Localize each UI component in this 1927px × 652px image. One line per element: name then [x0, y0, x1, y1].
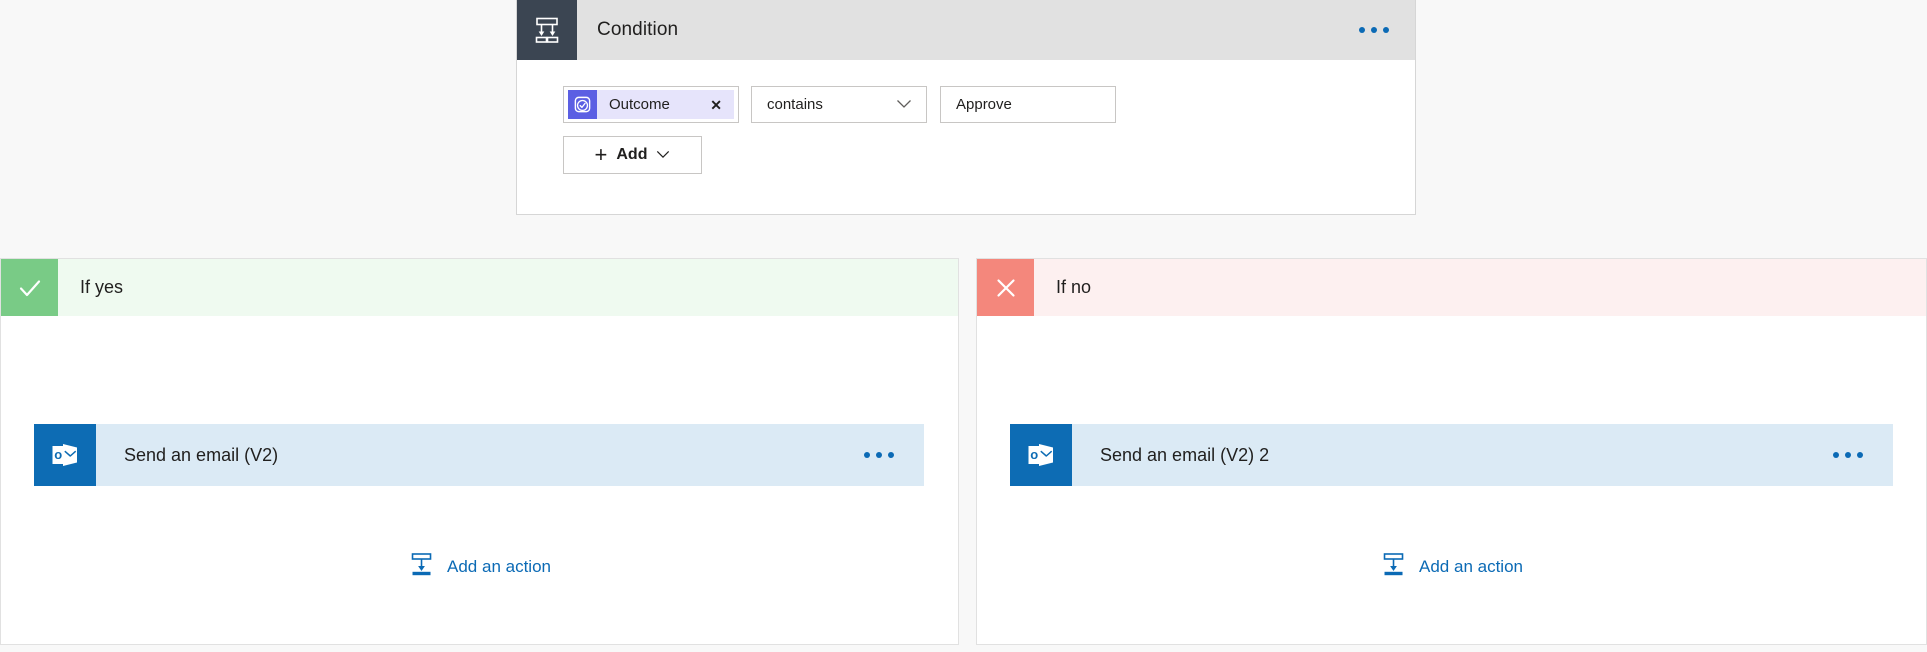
condition-value-text: Approve — [956, 96, 1012, 113]
add-button-chevron-down-icon — [656, 146, 670, 164]
condition-expression-row: Outcome ✕ contains Approve — [563, 86, 1415, 123]
add-an-action-link[interactable]: Add an action — [408, 551, 551, 582]
add-an-action-label: Add an action — [447, 557, 551, 577]
branch-if-no-label: If no — [1056, 277, 1091, 298]
outcome-token-label: Outcome — [609, 96, 710, 113]
approvals-icon — [568, 90, 597, 119]
condition-branch-icon — [517, 0, 577, 60]
condition-ellipsis-menu-icon[interactable] — [1355, 19, 1393, 41]
condition-operator-select[interactable]: contains — [751, 86, 927, 123]
branch-if-yes-header: If yes — [1, 259, 958, 316]
svg-text:o: o — [1030, 447, 1038, 462]
close-icon — [977, 259, 1034, 316]
branch-if-yes-label: If yes — [80, 277, 123, 298]
chevron-down-icon — [896, 96, 912, 113]
branch-if-no-header: If no — [977, 259, 1926, 316]
add-condition-row-button[interactable]: + Add — [563, 136, 702, 174]
condition-title: Condition — [597, 19, 678, 41]
condition-value-input[interactable]: Approve — [940, 86, 1116, 123]
checkmark-icon — [1, 259, 58, 316]
outcome-token-chip[interactable]: Outcome ✕ — [568, 90, 734, 119]
svg-text:o: o — [54, 447, 62, 462]
outlook-icon: o — [34, 424, 96, 486]
add-an-action-link[interactable]: Add an action — [1380, 551, 1523, 582]
plus-icon: + — [595, 144, 608, 166]
outlook-icon: o — [1010, 424, 1072, 486]
outcome-token-close-icon[interactable]: ✕ — [710, 98, 722, 112]
action-card-ellipsis-menu-icon[interactable] — [1829, 444, 1867, 466]
action-card-send-an-email-2[interactable]: o Send an email (V2) 2 — [1010, 424, 1893, 486]
branch-if-yes: If yes o Send an email (V2) Add a — [0, 258, 959, 645]
condition-body: Outcome ✕ contains Approve + Add — [517, 60, 1415, 214]
action-card-title: Send an email (V2) — [124, 445, 278, 466]
condition-operator-value: contains — [767, 96, 823, 113]
add-button-label: Add — [616, 146, 647, 164]
add-action-icon — [408, 551, 434, 582]
action-card-ellipsis-menu-icon[interactable] — [860, 444, 898, 466]
action-card-title: Send an email (V2) 2 — [1100, 445, 1269, 466]
branch-if-no: If no o Send an email (V2) 2 Add — [976, 258, 1927, 645]
condition-card: Condition Outcome ✕ — [516, 0, 1416, 215]
action-card-send-an-email[interactable]: o Send an email (V2) — [34, 424, 924, 486]
add-action-icon — [1380, 551, 1406, 582]
add-an-action-label: Add an action — [1419, 557, 1523, 577]
condition-card-header[interactable]: Condition — [517, 0, 1415, 60]
condition-left-operand-field[interactable]: Outcome ✕ — [563, 86, 739, 123]
